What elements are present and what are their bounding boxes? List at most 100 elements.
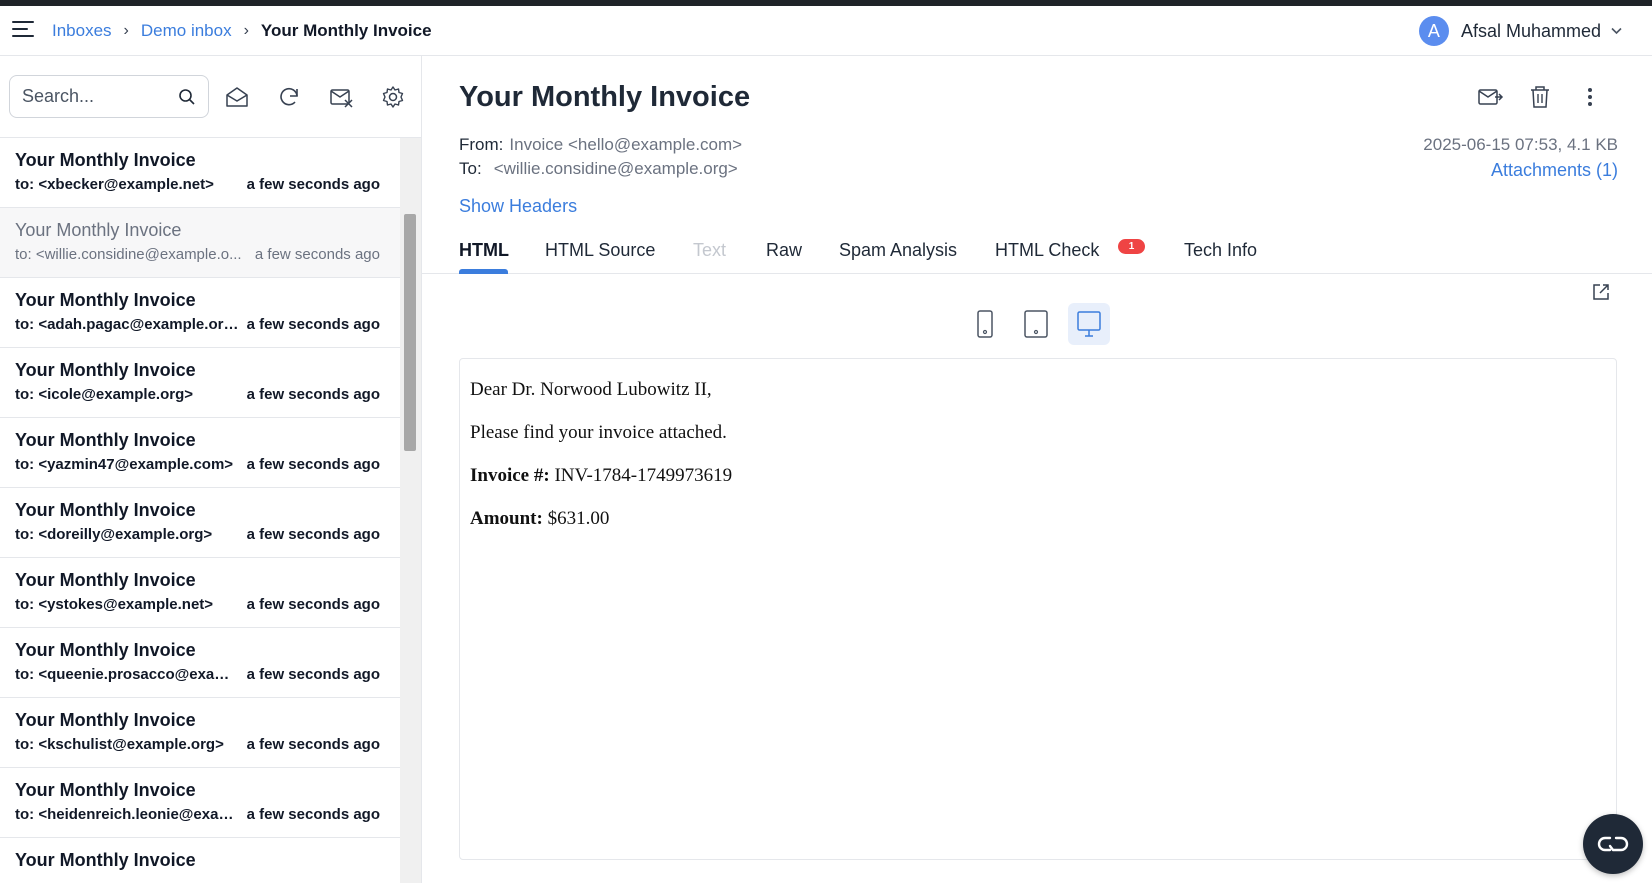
message-subject: Your Monthly Invoice [15,570,196,590]
desktop-icon [1077,311,1101,337]
phone-view-button[interactable] [964,303,1006,345]
list-item[interactable]: Your Monthly Invoice to: <icole@example.… [0,348,400,418]
list-item[interactable]: Your Monthly Invoice to: <ystokes@exampl… [0,558,400,628]
view-tabs: HTML HTML Source Text Raw Spam Analysis … [422,232,1652,274]
breadcrumb-current: Your Monthly Invoice [260,21,432,40]
breadcrumb: Inboxes › Demo inbox › Your Monthly Invo… [52,21,432,41]
breadcrumb-demo-inbox[interactable]: Demo inbox [141,21,232,41]
message-subject: Your Monthly Invoice [15,220,182,240]
message-time: a few seconds ago [246,176,380,193]
amount-label: Amount: [470,508,543,529]
sidebar-toolbar [0,56,421,138]
message-time: a few seconds ago [246,386,380,403]
list-item[interactable]: Your Monthly Invoice to: <yazmin47@examp… [0,418,400,488]
more-vertical-icon[interactable] [1576,83,1604,111]
mail-x-icon[interactable] [328,84,354,110]
hamburger-icon[interactable] [12,21,36,41]
list-item[interactable]: Your Monthly Invoice to: <doreilly@examp… [0,488,400,558]
tab-raw[interactable]: Raw [766,240,802,261]
message-meta: 2025-06-15 07:53, 4.1 KB Attachments (1) [1423,135,1618,181]
mail-forward-icon[interactable] [1476,83,1504,111]
message-list: Your Monthly Invoice to: <xbecker@exampl… [0,138,400,883]
message-recipient: to: <willie.considine@example.o... [15,246,242,263]
message-subject: Your Monthly Invoice [15,290,196,310]
message-subject: Your Monthly Invoice [15,500,196,520]
chevron-right-icon: › [243,22,249,39]
message-recipient: to: <yazmin47@example.com> [15,456,234,473]
message-view: Your Monthly Invoice From: Invoice <hello… [422,56,1652,883]
message-recipient: to: <kschulist@example.org> [15,736,224,753]
from-line: From: Invoice <hello@example.com> [459,135,742,155]
message-subject: Your Monthly Invoice [15,710,196,730]
list-item-selected[interactable]: Your Monthly Invoice to: <willie.considi… [0,208,400,278]
list-item[interactable]: Your Monthly Invoice to: <queenie.prosac… [0,628,400,698]
invoice-value: INV-1784-1749973619 [554,465,733,486]
message-subject: Your Monthly Invoice [15,780,196,800]
tab-html-check[interactable]: HTML Check [995,240,1099,261]
phone-icon [977,310,993,338]
search-icon[interactable] [178,88,196,106]
message-sidebar: Your Monthly Invoice to: <xbecker@exampl… [0,56,422,883]
app-header: Inboxes › Demo inbox › Your Monthly Invo… [0,6,1652,56]
message-recipient: to: <icole@example.org> [15,386,194,403]
chat-icon [1597,836,1629,852]
message-subject: Your Monthly Invoice [15,640,196,660]
avatar: A [1418,16,1449,46]
message-time: a few seconds ago [246,456,380,473]
tablet-icon [1024,310,1048,338]
message-time: a few seconds ago [246,736,380,753]
preview-amount: Amount: $631.00 [470,506,1606,532]
show-headers-link[interactable]: Show Headers [459,196,577,217]
preview-greeting: Dear Dr. Norwood Lubowitz II, [470,379,712,400]
email-preview: Dear Dr. Norwood Lubowitz II, Please fin… [459,358,1617,860]
attachments-link[interactable]: Attachments (1) [1423,160,1618,181]
refresh-icon[interactable] [276,84,302,110]
message-time: a few seconds ago [246,596,380,613]
message-subject: Your Monthly Invoice [15,850,196,870]
user-menu[interactable]: A Afsal Muhammed [1418,16,1622,46]
html-check-badge: 1 [1118,239,1145,254]
message-recipient: to: <adah.pagac@example.org> [15,316,239,333]
user-name: Afsal Muhammed [1460,20,1601,41]
message-time: a few seconds ago [254,246,380,263]
external-link-icon[interactable] [1591,282,1611,302]
list-item[interactable]: Your Monthly Invoice to: <xbecker@exampl… [0,138,400,208]
tab-html[interactable]: HTML [459,240,509,261]
message-time: a few seconds ago [246,316,380,333]
message-recipient: to: <doreilly@example.org> [15,526,213,543]
from-label: From: [459,135,504,154]
chat-button[interactable] [1583,814,1643,874]
search-input[interactable] [22,86,172,107]
tab-text: Text [693,240,727,260]
preview-invoice: Invoice #: INV-1784-1749973619 [470,463,1606,489]
list-item[interactable]: Your Monthly Invoice to: <kschulist@exam… [0,698,400,768]
list-scrollbar[interactable] [400,138,421,883]
gear-icon[interactable] [380,84,406,110]
from-value: Invoice <hello@example.com> [509,135,743,154]
envelope-open-icon[interactable] [224,84,250,110]
invoice-label: Invoice #: [470,465,550,486]
scrollbar-thumb[interactable] [404,214,416,451]
message-recipient: to: <heidenreich.leonie@exam... [15,806,239,823]
breadcrumb-inboxes[interactable]: Inboxes [52,21,112,41]
message-recipient: to: <ystokes@example.net> [15,596,214,613]
message-date-size: 2025-06-15 07:53, 4.1 KB [1423,135,1618,154]
message-title: Your Monthly Invoice [459,81,751,113]
tab-tech-info[interactable]: Tech Info [1184,240,1257,261]
list-item[interactable]: Your Monthly Invoice to: <heidenreich.le… [0,768,400,838]
message-time: a few seconds ago [246,666,380,683]
chevron-down-icon [1611,27,1622,35]
list-item[interactable]: Your Monthly Invoice to: <adah.pagac@exa… [0,278,400,348]
tab-spam-analysis[interactable]: Spam Analysis [839,240,957,261]
message-subject: Your Monthly Invoice [15,430,196,450]
list-item[interactable]: Your Monthly Invoice [0,838,400,883]
chevron-right-icon: › [123,22,129,39]
message-recipient: to: <queenie.prosacco@exam... [15,666,239,683]
tablet-view-button[interactable] [1015,303,1057,345]
message-subject: Your Monthly Invoice [15,360,196,380]
desktop-view-button[interactable] [1068,303,1110,345]
to-line: To: <willie.considine@example.org> [459,159,738,179]
trash-icon[interactable] [1526,83,1554,111]
active-tab-indicator [459,269,508,274]
tab-html-source[interactable]: HTML Source [545,240,655,261]
